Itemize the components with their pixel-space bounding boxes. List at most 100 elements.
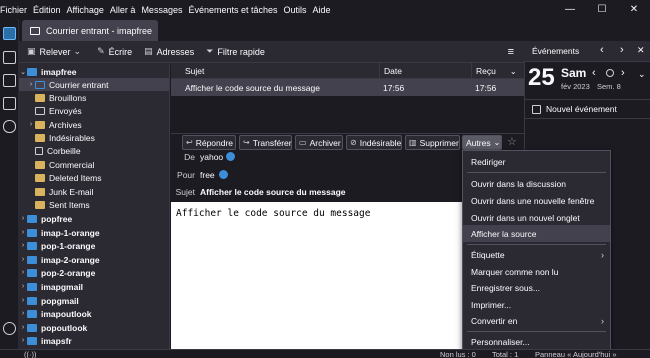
chat-space-icon[interactable] <box>3 120 16 133</box>
chevron-down-icon[interactable]: ⌄ <box>638 69 646 80</box>
address-book-icon: ▤ <box>144 46 153 56</box>
write-button[interactable]: ✎ Écrire <box>97 46 132 57</box>
chevron-right-icon[interactable]: › <box>19 215 27 222</box>
to-value[interactable]: free <box>200 170 215 180</box>
today-pane-toggle[interactable]: Panneau « Aujourd'hui » <box>535 350 617 358</box>
menu-item-print[interactable]: Imprimer... <box>463 296 610 313</box>
folder-item[interactable]: Indésirables <box>19 131 169 144</box>
menu-item-redirect[interactable]: Rediriger <box>463 153 610 170</box>
menu-item-customize[interactable]: Personnaliser... <box>463 333 610 350</box>
chevron-right-icon[interactable]: › <box>19 337 27 344</box>
chevron-right-icon[interactable]: › <box>19 297 27 304</box>
menu-file[interactable]: Fichier <box>0 5 27 15</box>
folder-item[interactable]: Deleted Items <box>19 171 169 184</box>
chevron-left-icon[interactable]: ‹ <box>600 44 604 56</box>
contact-icon[interactable] <box>226 152 235 161</box>
account-item[interactable]: › popoutlook <box>19 321 169 334</box>
account-item[interactable]: › pop-1-orange <box>19 239 169 252</box>
star-icon[interactable]: ☆ <box>507 135 517 148</box>
delete-button[interactable]: ▥ Supprimer <box>405 135 460 150</box>
more-button[interactable]: Autres ⌄ <box>462 135 502 150</box>
folder-pane: ⌄ imapfree › Courrier entrant Brouillons E… <box>19 63 170 349</box>
address-book-button[interactable]: ▤ Adresses <box>144 46 194 57</box>
account-icon <box>27 309 37 318</box>
account-icon <box>27 282 37 291</box>
folder-item[interactable]: Commercial <box>19 158 169 171</box>
folder-item[interactable]: › Archives <box>19 118 169 131</box>
tasks-space-icon[interactable] <box>3 97 16 110</box>
menu-item-open-new-window[interactable]: Ouvrir dans une nouvelle fenêtre <box>463 192 610 209</box>
chevron-right-icon[interactable]: › <box>19 310 27 317</box>
mail-space-icon[interactable] <box>3 27 16 40</box>
menu-edit[interactable]: Édition <box>33 5 61 15</box>
account-item[interactable]: › imap-1-orange <box>19 226 169 239</box>
menu-item-tag[interactable]: Étiquette › <box>463 246 610 263</box>
account-item[interactable]: › imapgmail <box>19 280 169 293</box>
chevron-right-icon[interactable]: › <box>27 81 35 88</box>
chevron-right-icon[interactable]: › <box>19 256 27 263</box>
chevron-right-icon[interactable]: › <box>27 121 35 128</box>
app-menu-icon[interactable]: ≡ <box>508 46 514 58</box>
account-icon <box>27 214 37 223</box>
online-status-icon[interactable]: ((·)) <box>24 350 37 358</box>
reply-button[interactable]: ↩ Répondre <box>182 135 236 150</box>
close-window-button[interactable]: ✕ <box>618 0 650 19</box>
folder-item[interactable]: Brouillons <box>19 91 169 104</box>
account-item[interactable]: › imap-2-orange <box>19 253 169 266</box>
chevron-right-icon[interactable]: › <box>19 229 27 236</box>
column-date[interactable]: Date <box>379 63 471 79</box>
menu-messages[interactable]: Messages <box>141 5 182 15</box>
maximize-button[interactable]: ☐ <box>586 0 618 19</box>
menu-item-mark-unread[interactable]: Marquer comme non lu <box>463 263 610 280</box>
chevron-right-icon[interactable]: › <box>620 44 624 56</box>
account-item[interactable]: › imapsfr <box>19 334 169 347</box>
quick-filter-button[interactable]: ⏷ Filtre rapide <box>206 46 265 57</box>
menu-item-save-as[interactable]: Enregistrer sous... <box>463 279 610 296</box>
tab-inbox[interactable]: Courrier entrant - imapfree <box>22 20 158 41</box>
chevron-right-icon: › <box>601 249 604 260</box>
folder-item-inbox[interactable]: › Courrier entrant <box>19 78 169 91</box>
menu-tools[interactable]: Outils <box>284 5 307 15</box>
folder-item[interactable]: Junk E-mail <box>19 185 169 198</box>
menu-events-tasks[interactable]: Événements et tâches <box>188 5 277 15</box>
chevron-right-icon[interactable]: › <box>19 242 27 249</box>
chevron-right-icon[interactable]: › <box>19 283 27 290</box>
folder-item[interactable]: Envoyés <box>19 104 169 117</box>
menu-item-open-conversation[interactable]: Ouvrir dans la discussion <box>463 175 610 192</box>
junk-button[interactable]: ⊘ Indésirable <box>346 135 402 150</box>
folder-item[interactable]: Sent Items <box>19 198 169 211</box>
menu-help[interactable]: Aide <box>313 5 331 15</box>
new-event-button[interactable]: Nouvel événement <box>524 99 650 119</box>
column-subject[interactable]: Sujet <box>181 63 379 79</box>
menu-go[interactable]: Aller à <box>110 5 136 15</box>
account-item[interactable]: › pop-2-orange <box>19 266 169 279</box>
menu-item-convert-to[interactable]: Convertir en › <box>463 312 610 329</box>
today-circle-icon[interactable] <box>606 69 614 77</box>
chevron-right-icon[interactable]: › <box>19 324 27 331</box>
chevron-down-icon[interactable]: ⌄ <box>19 68 27 76</box>
chevron-right-icon[interactable]: › <box>621 67 625 79</box>
folder-item[interactable]: Corbeille <box>19 144 169 157</box>
unread-count: Non lus : 0 <box>440 350 476 358</box>
calendar-space-icon[interactable] <box>3 74 16 87</box>
account-item[interactable]: › popfree <box>19 212 169 225</box>
menu-item-open-new-tab[interactable]: Ouvrir dans un nouvel onglet <box>463 209 610 226</box>
menu-item-view-source[interactable]: Afficher la source <box>463 225 610 242</box>
account-item[interactable]: › imapoutlook <box>19 307 169 320</box>
settings-gear-icon[interactable] <box>3 322 16 335</box>
minimize-button[interactable]: — <box>554 0 586 19</box>
close-icon[interactable]: ✕ <box>637 45 645 56</box>
get-messages-button[interactable]: ▣ Relever ⌄ <box>27 46 85 57</box>
address-book-space-icon[interactable] <box>3 51 16 64</box>
table-row[interactable]: Afficher le code source du message 17:56… <box>171 79 524 96</box>
contact-icon[interactable] <box>219 170 228 179</box>
menu-view[interactable]: Affichage <box>67 5 104 15</box>
archive-button[interactable]: ▭ Archiver <box>295 135 343 150</box>
chevron-left-icon[interactable]: ‹ <box>592 67 596 79</box>
forward-button[interactable]: ↪ Transférer <box>239 135 292 150</box>
from-value[interactable]: yahoo <box>200 152 223 162</box>
folder-item[interactable]: ⌄ imapfree <box>19 65 169 78</box>
chevron-right-icon[interactable]: › <box>19 269 27 276</box>
column-received[interactable]: Reçu ⌄ <box>471 63 524 79</box>
account-item[interactable]: › popgmail <box>19 294 169 307</box>
